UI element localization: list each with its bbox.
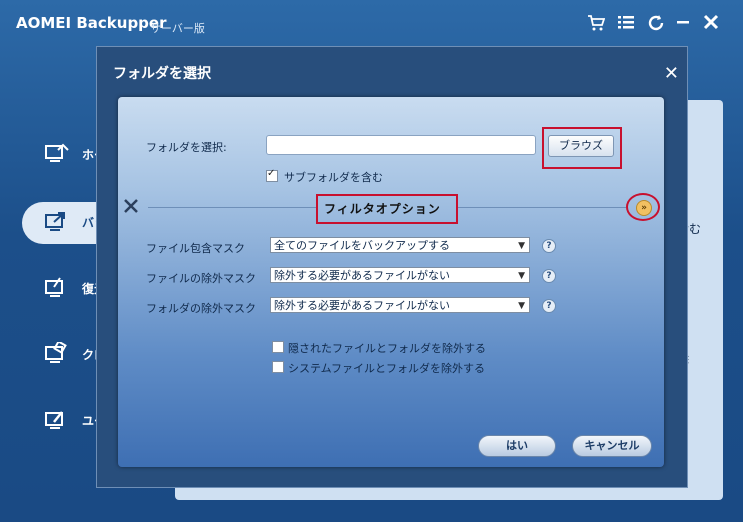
title-bar: AOMEI Backupper サーバー版 <box>0 0 743 48</box>
clone-icon <box>44 340 70 366</box>
separator-left <box>148 207 316 208</box>
filter-options-title: フィルタオプション <box>324 202 441 216</box>
file-exclude-mask-label: ファイルの除外マスク <box>146 272 256 285</box>
help-icon[interactable]: ? <box>542 299 556 313</box>
file-include-mask-label: ファイル包含マスク <box>146 242 245 255</box>
utilities-icon <box>44 408 70 432</box>
outer-dialog-title: フォルダを選択 <box>113 66 211 82</box>
select-value: 除外する必要があるファイルがない <box>274 299 450 312</box>
cart-icon[interactable] <box>585 14 607 36</box>
folder-path-input[interactable] <box>266 135 536 155</box>
folder-label: フォルダを選択: <box>146 141 227 154</box>
menu-icon[interactable] <box>615 14 637 36</box>
minimize-icon[interactable] <box>672 14 694 36</box>
chevron-down-icon: ▼ <box>518 301 525 311</box>
exclude-hidden-checkbox[interactable] <box>272 341 284 353</box>
app-window: AOMEI Backupper サーバー版 ホー バッ <box>0 0 743 522</box>
restore-icon <box>44 276 70 300</box>
separator-right <box>456 207 626 208</box>
ok-button[interactable]: はい <box>478 435 556 457</box>
chevron-down-icon: ▼ <box>518 241 525 251</box>
home-icon <box>44 142 70 166</box>
close-icon[interactable] <box>700 14 722 36</box>
refresh-icon[interactable] <box>645 14 667 36</box>
cancel-button[interactable]: キャンセル <box>572 435 652 457</box>
include-subfolders-label: サブフォルダを含む <box>284 171 383 184</box>
folder-exclude-mask-select[interactable]: 除外する必要があるファイルがない ▼ <box>270 297 530 313</box>
app-edition: サーバー版 <box>150 22 205 35</box>
folder-exclude-mask-label: フォルダの除外マスク <box>146 302 256 315</box>
include-subfolders-checkbox[interactable] <box>266 168 278 182</box>
chevron-down-icon: ▼ <box>518 271 525 281</box>
app-title: AOMEI Backupper <box>16 14 167 32</box>
dialog-close-icon[interactable]: ✕ <box>664 63 679 84</box>
select-value: 除外する必要があるファイルがない <box>274 269 450 282</box>
browse-button[interactable]: ブラウズ <box>548 135 614 157</box>
exclude-hidden-label: 隠されたファイルとフォルダを除外する <box>288 342 486 355</box>
select-value: 全てのファイルをバックアップする <box>274 239 450 252</box>
exclude-system-label: システムファイルとフォルダを除外する <box>288 362 486 375</box>
exclude-system-checkbox[interactable] <box>272 361 284 373</box>
select-folder-dialog: フォルダを選択: ブラウズ サブフォルダを含む フィルタオプション » ファイル… <box>118 97 664 467</box>
backup-icon <box>44 210 70 234</box>
help-icon[interactable]: ? <box>542 269 556 283</box>
file-include-mask-select[interactable]: 全てのファイルをバックアップする ▼ <box>270 237 530 253</box>
collapse-chevron-icon[interactable]: » <box>636 200 652 216</box>
file-exclude-mask-select[interactable]: 除外する必要があるファイルがない ▼ <box>270 267 530 283</box>
tools-icon <box>122 197 140 215</box>
help-icon[interactable]: ? <box>542 239 556 253</box>
